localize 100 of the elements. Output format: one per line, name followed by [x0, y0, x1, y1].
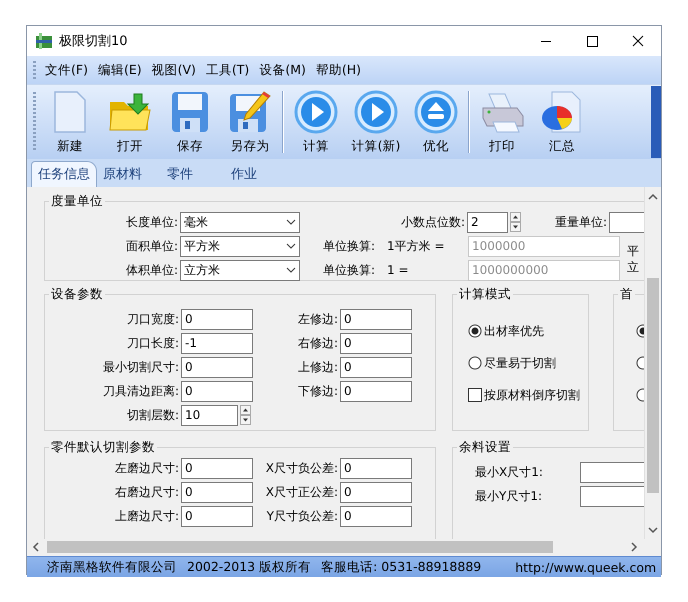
input-field[interactable]: 0 [181, 506, 253, 526]
toolbar-button[interactable]: 保存 [160, 89, 220, 155]
dropdown[interactable]: 毫米 [180, 212, 300, 232]
scrollbar-thumb[interactable] [647, 278, 660, 493]
option-label[interactable]: 尽量易于切割 [484, 354, 556, 372]
spin-down-icon[interactable] [240, 415, 251, 425]
input-field: 1000000000 [468, 260, 620, 280]
menu-item[interactable]: 设备(M) [258, 60, 307, 80]
toolbar-button[interactable]: 另存为 [220, 89, 280, 155]
tab[interactable]: 作业 [225, 162, 289, 187]
toolbar-button[interactable]: 打印 [472, 89, 532, 155]
tab[interactable]: 任务信息 [31, 161, 97, 187]
spin-down-icon[interactable] [510, 222, 521, 232]
field-label: 切割层数: [126, 406, 179, 424]
status-text: http://www.queek.com [515, 560, 656, 574]
status-text: 客服电话: 0531-88918889 [321, 558, 482, 576]
unit-label: 立 [627, 258, 639, 276]
app-icon [35, 32, 53, 50]
field-label: 右修边: [296, 334, 338, 352]
tab[interactable]: 原材料 [97, 162, 161, 187]
window-title: 极限切割10 [59, 33, 128, 50]
field-label: X尺寸正公差: [264, 484, 338, 500]
toolbar-button[interactable]: 新建 [40, 89, 100, 155]
menu-item[interactable]: 工具(T) [204, 60, 250, 80]
spin-up-icon[interactable] [240, 405, 251, 415]
dropdown[interactable]: 立方米 [180, 260, 300, 280]
field-label: 单位换算: [323, 262, 376, 278]
toolbar-button[interactable]: 优化 [406, 89, 466, 155]
floppy-pencil-icon [228, 90, 272, 134]
field-label: 体积单位: [124, 262, 178, 278]
input-field[interactable]: 10 [181, 404, 238, 426]
input-field[interactable]: 2 [467, 212, 508, 232]
input-field[interactable]: -1 [181, 332, 253, 354]
unit-label: 1平方米 = [387, 238, 446, 254]
field-label: 长度单位: [124, 214, 178, 230]
input-field[interactable] [580, 462, 644, 482]
document-icon [53, 90, 87, 134]
group-title: 计算模式 [458, 286, 512, 303]
input-field[interactable]: 0 [340, 506, 412, 526]
input-field: 1000000 [468, 236, 620, 256]
input-field[interactable] [580, 486, 644, 506]
input-field[interactable]: 0 [181, 356, 253, 378]
checkbox[interactable] [468, 388, 482, 402]
play-icon [294, 90, 338, 134]
menu-item[interactable]: 帮助(H) [314, 60, 362, 80]
option-label[interactable]: 出材率优先 [484, 322, 544, 340]
field-label: 最小Y尺寸1: [475, 488, 544, 504]
play-icon [354, 90, 398, 134]
input-field[interactable]: 0 [340, 458, 412, 478]
tab[interactable]: 零件 [161, 162, 225, 187]
toolbar-button[interactable]: 汇总 [532, 89, 592, 155]
menu-item[interactable]: 编辑(E) [96, 60, 143, 80]
field-label: 最小X尺寸1: [475, 464, 544, 480]
field-label: 上磨边尺寸: [114, 508, 179, 524]
chevron-down-icon [286, 267, 296, 273]
toolbar-button[interactable]: 计算(新) [346, 89, 406, 155]
chevron-down-icon [286, 219, 296, 225]
menu-item[interactable]: 视图(V) [150, 60, 197, 80]
unit-label: 平 [627, 242, 639, 260]
field-label: 左修边: [296, 310, 338, 328]
scrollbar-thumb[interactable] [47, 541, 553, 553]
menu-item[interactable]: 文件(F) [44, 60, 89, 80]
input-field[interactable]: 0 [340, 308, 412, 330]
field-label: Y尺寸负公差: [266, 508, 338, 524]
input-field[interactable]: 0 [181, 458, 253, 478]
eject-icon [414, 90, 458, 134]
toolbar-button[interactable]: 计算 [286, 89, 346, 155]
field-label: 面积单位: [124, 238, 178, 254]
toolbar-button[interactable]: 打开 [100, 89, 160, 155]
field-label: 刀具清边距离: [102, 382, 179, 400]
input-field[interactable]: 0 [340, 332, 412, 354]
field-label: 小数点位数: [400, 214, 465, 230]
field-label: 左磨边尺寸: [114, 460, 179, 476]
field-label: 最小切割尺寸: [102, 358, 179, 376]
status-text: 济南黑格软件有限公司 [47, 558, 177, 576]
spin-up-icon[interactable] [510, 212, 521, 222]
radio-button[interactable] [468, 356, 482, 370]
grip-handle [33, 61, 36, 79]
status-text: 2002-2013 版权所有 [187, 558, 312, 576]
group-title: 设备参数 [50, 286, 104, 303]
input-field[interactable]: 0 [340, 356, 412, 378]
field-label: X尺寸负公差: [264, 460, 338, 476]
field-label: 下修边: [296, 382, 338, 400]
input-field[interactable]: 0 [181, 380, 253, 402]
field-label: 刀口宽度: [126, 310, 179, 328]
field-label: 右磨边尺寸: [114, 484, 179, 500]
input-field[interactable]: 0 [181, 482, 253, 502]
input-field[interactable]: 0 [340, 380, 412, 402]
grip-handle [33, 92, 36, 152]
field-label: 单位换算: [323, 238, 376, 254]
field-label: 重量单位: [554, 214, 607, 230]
vertical-scrollbar[interactable] [644, 187, 661, 539]
input-field[interactable]: 0 [340, 482, 412, 502]
dropdown[interactable]: 平方米 [180, 236, 300, 256]
radio-button[interactable] [468, 324, 482, 338]
option-label[interactable]: 按原材料倒序切割 [484, 386, 580, 404]
chevron-down-icon [286, 243, 296, 249]
unit-label: 1 = [387, 263, 410, 277]
field-label: 上修边: [296, 358, 338, 376]
input-field[interactable]: 0 [181, 308, 253, 330]
